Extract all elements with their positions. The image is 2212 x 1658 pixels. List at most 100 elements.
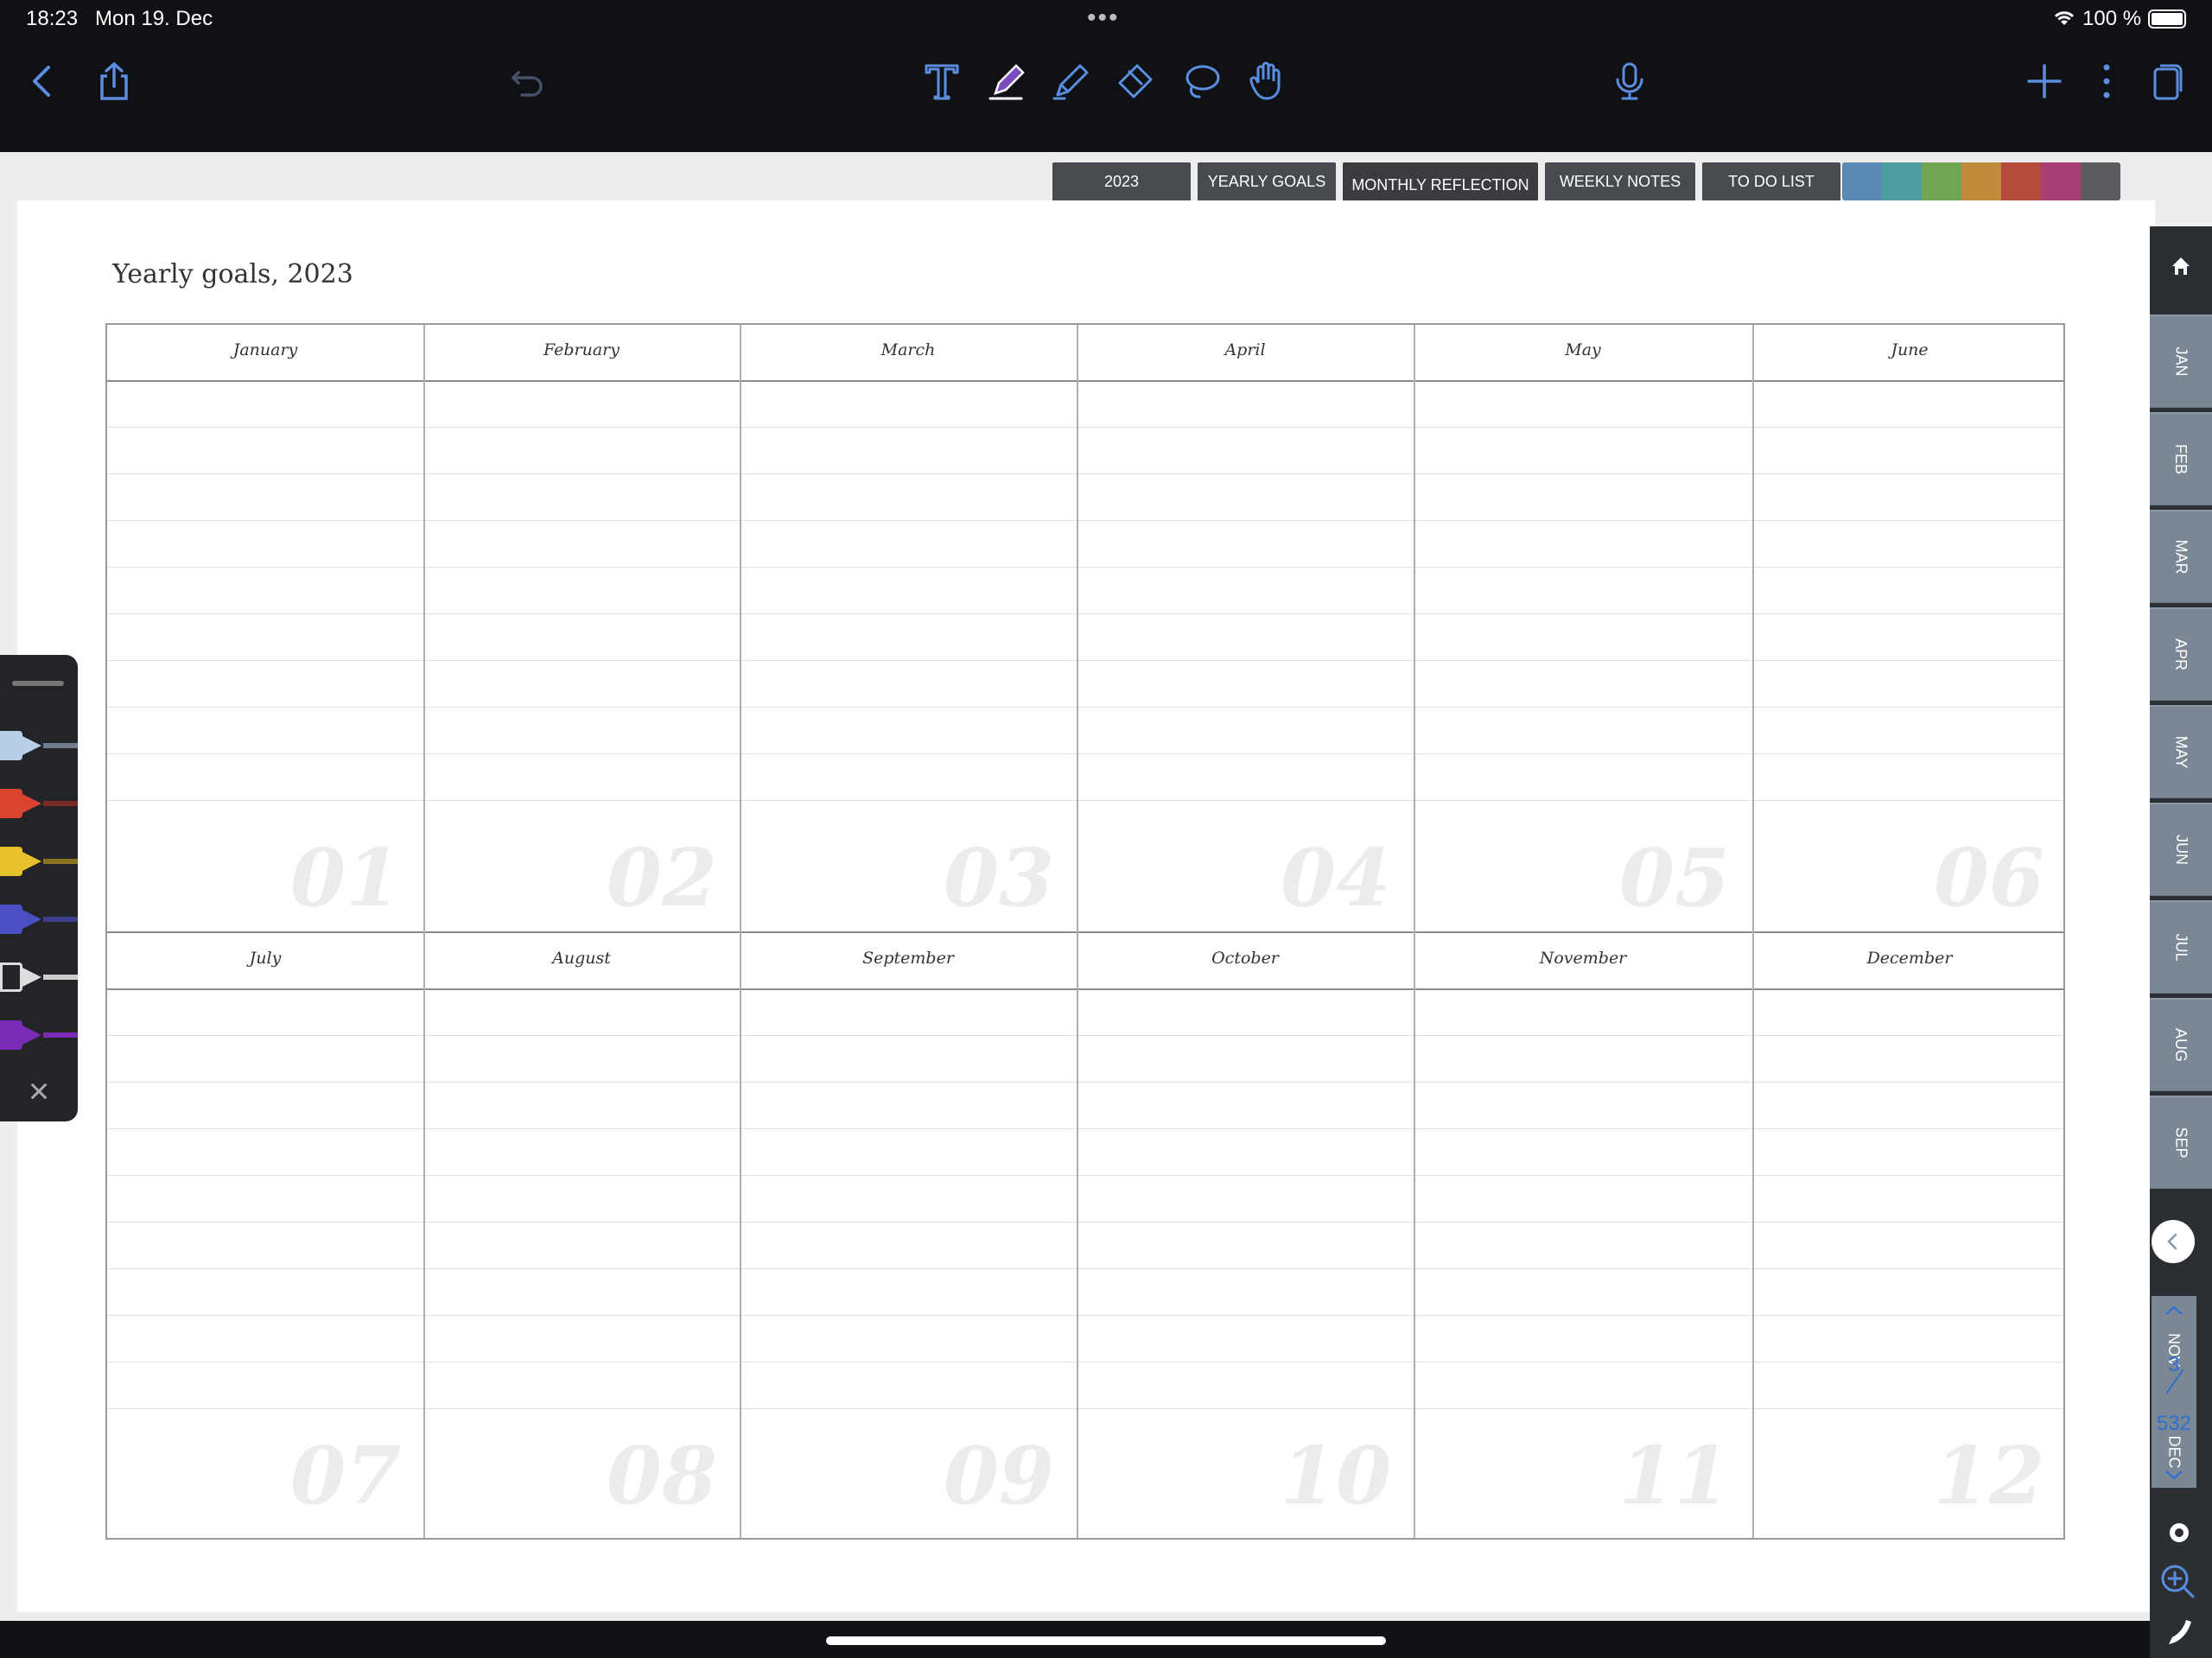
sidebar-month-may[interactable]: MAY (2150, 705, 2212, 798)
color-tab-1[interactable] (1842, 162, 1882, 200)
month-number: 11 (1618, 1429, 1730, 1522)
eraser-tool-icon[interactable] (1111, 57, 1160, 105)
month-label: November (1539, 949, 1627, 968)
month-cell-august[interactable]: August 08 (423, 933, 740, 1541)
toolbar (0, 38, 2212, 152)
sidebar-month-label: DEC (2165, 1434, 2183, 1469)
sidebar-month-feb[interactable]: FEB (2150, 412, 2212, 505)
total-page-count: 532 (2156, 1412, 2192, 1435)
month-label: October (1211, 949, 1279, 968)
lasso-tool-icon[interactable] (1177, 57, 1225, 105)
tab-yearly-goals[interactable]: YEARLY GOALS (1198, 162, 1336, 200)
color-tab-7[interactable] (2081, 162, 2120, 200)
sidebar-month-label: JUN (2172, 835, 2190, 865)
month-number: 07 (289, 1429, 401, 1522)
month-label: March (880, 340, 936, 359)
red-marker-icon[interactable] (0, 784, 78, 823)
battery-icon (2148, 10, 2186, 29)
tab-weekly-notes[interactable]: WEEKLY NOTES (1545, 162, 1695, 200)
color-section-tabs (1842, 162, 2120, 200)
pages-icon[interactable] (2143, 57, 2191, 105)
close-palette-icon[interactable]: × (22, 1073, 55, 1109)
month-label: December (1866, 949, 1953, 968)
month-label: May (1565, 340, 1601, 359)
sidebar-month-jun[interactable]: JUN (2150, 803, 2212, 896)
sidebar-month-label: APR (2172, 638, 2190, 671)
battery-percent: 100 % (2082, 7, 2142, 30)
status-date: Mon 19. Dec (95, 7, 213, 30)
home-icon[interactable] (2157, 242, 2205, 290)
tab-to-do-list[interactable]: TO DO LIST (1702, 162, 1840, 200)
microphone-icon[interactable] (1605, 57, 1654, 105)
month-label: June (1891, 340, 1929, 359)
month-label: February (543, 340, 620, 359)
month-number: 10 (1280, 1429, 1391, 1522)
sidebar-month-label: MAY (2172, 735, 2190, 769)
month-cell-july[interactable]: July 07 (107, 933, 423, 1541)
month-cell-october[interactable]: October 10 (1077, 933, 1414, 1541)
month-cell-january[interactable]: January 01 (107, 325, 423, 933)
home-indicator[interactable] (826, 1636, 1386, 1645)
text-tool-icon[interactable] (918, 57, 966, 105)
month-number: 12 (1933, 1429, 2044, 1522)
sidebar-month-label: AUG (2172, 1027, 2190, 1063)
sidebar-month-apr[interactable]: APR (2150, 607, 2212, 701)
month-number: 05 (1618, 831, 1730, 924)
yearly-goals-grid[interactable]: January 01 February 02 March 03 April 04 May 05 Ju… (105, 323, 2065, 1540)
month-cell-may[interactable]: May 05 (1414, 325, 1752, 933)
multitasking-dots-icon[interactable]: ••• (1087, 3, 1120, 33)
sidebar-month-sep[interactable]: SEP (2150, 1096, 2212, 1189)
sidebar-month-label: FEB (2172, 443, 2190, 475)
sidebar-month-mar[interactable]: MAR (2150, 510, 2212, 603)
color-tab-5[interactable] (2001, 162, 2041, 200)
sidebar-month-jul[interactable]: JUL (2150, 900, 2212, 994)
status-time: 18:23 (26, 7, 79, 30)
yellow-marker-icon[interactable] (0, 842, 78, 881)
month-cell-november[interactable]: November 11 (1414, 933, 1752, 1541)
highlighter-tool-icon[interactable] (1047, 57, 1096, 105)
pen-tool-icon[interactable] (983, 57, 1032, 105)
sidebar-month-label: JUL (2172, 933, 2190, 962)
page-title: Yearly goals, 2023 (112, 259, 353, 289)
month-cell-september[interactable]: September 09 (740, 933, 1077, 1541)
month-label: August (552, 949, 611, 968)
read-only-icon[interactable] (2160, 1514, 2198, 1552)
color-tab-6[interactable] (2041, 162, 2081, 200)
sidebar-month-aug[interactable]: AUG (2150, 998, 2212, 1091)
share-icon[interactable] (90, 57, 138, 105)
month-number: 02 (606, 831, 717, 924)
month-number: 06 (1933, 831, 2044, 924)
month-cell-april[interactable]: April 04 (1077, 325, 1414, 933)
month-number: 08 (606, 1429, 717, 1522)
month-cell-march[interactable]: March 03 (740, 325, 1077, 933)
zoom-in-icon[interactable] (2152, 1555, 2203, 1607)
month-label: January (232, 340, 298, 359)
sidebar-month-label: SEP (2172, 1127, 2190, 1159)
back-icon[interactable] (19, 57, 67, 105)
month-number: 04 (1280, 831, 1391, 924)
month-number: 01 (289, 831, 401, 924)
page-navigator[interactable]: NOV DEC (2152, 1296, 2196, 1488)
purple-marker-icon[interactable] (0, 1015, 78, 1055)
color-tab-2[interactable] (1882, 162, 1922, 200)
add-icon[interactable] (2020, 57, 2069, 105)
month-number: 03 (943, 831, 1054, 924)
phone-icon[interactable] (2155, 1610, 2203, 1654)
hand-tool-icon[interactable] (1241, 57, 1289, 105)
month-cell-february[interactable]: February 02 (423, 325, 740, 933)
collapse-sidebar-button[interactable] (2152, 1220, 2195, 1263)
undo-icon[interactable] (503, 57, 551, 105)
light-blue-marker-icon[interactable] (0, 726, 78, 765)
app-root: 18:23 Mon 19. Dec ••• 100 % 2023 YEARLY … (0, 0, 2212, 1658)
month-cell-june[interactable]: June 06 (1752, 325, 2067, 933)
palette-drag-handle[interactable] (12, 681, 64, 686)
sidebar-month-jan[interactable]: JAN (2150, 314, 2212, 408)
more-icon[interactable] (2082, 57, 2131, 105)
sidebar-month-label: JAN (2172, 346, 2190, 377)
color-tab-3[interactable] (1922, 162, 1961, 200)
blue-marker-icon[interactable] (0, 899, 78, 939)
white-marker-icon[interactable] (0, 957, 78, 997)
month-cell-december[interactable]: December 12 (1752, 933, 2067, 1541)
color-tab-4[interactable] (1961, 162, 2001, 200)
tab-2023[interactable]: 2023 (1052, 162, 1191, 200)
